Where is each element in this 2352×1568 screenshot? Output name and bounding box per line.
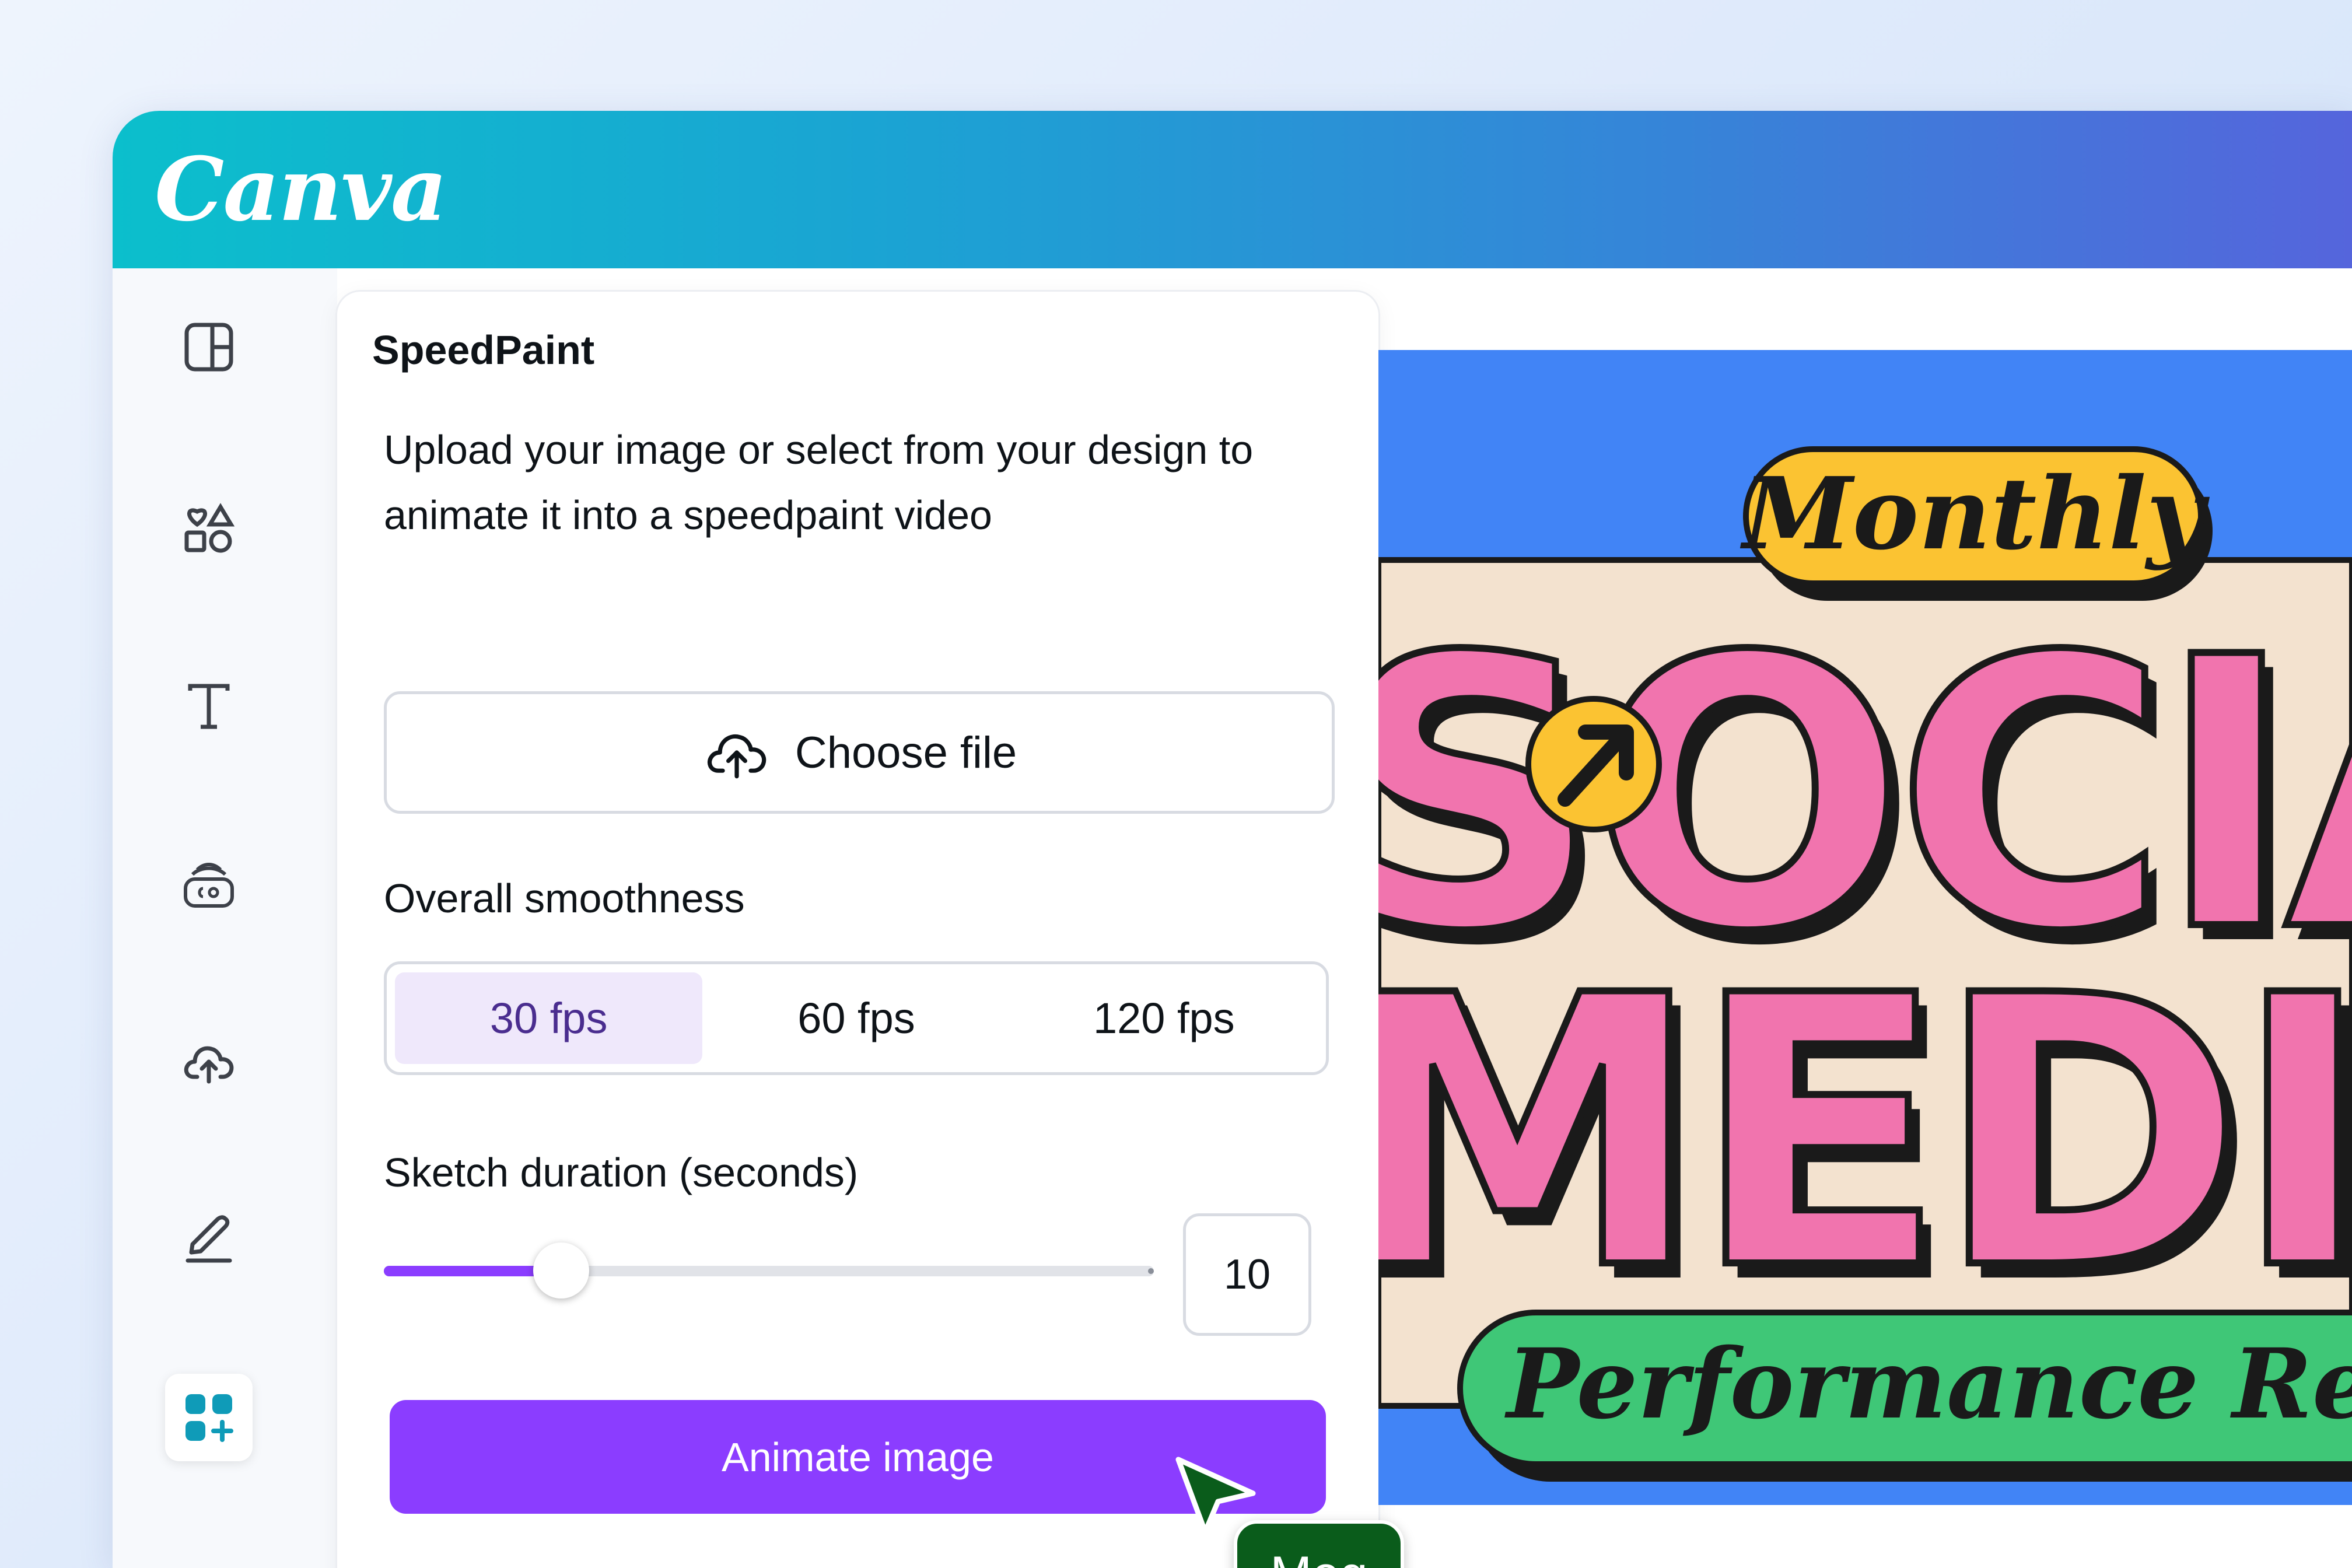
sidebar-item-elements[interactable] [165, 484, 253, 572]
design-arrow-badge [1525, 696, 1662, 832]
panel-description: Upload your image or select from your de… [384, 427, 1254, 538]
top-bar: Canva [113, 111, 2352, 268]
sidebar [113, 268, 337, 1568]
text-icon [188, 684, 230, 729]
fps-segmented-control: 30 fps 60 fps 120 fps [384, 961, 1329, 1075]
choose-file-button[interactable]: Choose file [384, 691, 1335, 814]
layout-icon [184, 323, 233, 372]
design-title-line2: MEDIA MEDIA [1378, 913, 2352, 1366]
app-window: Canva SpeedPaint Upload your image or se… [113, 111, 2352, 1568]
collaborator-name-tag: Meg [1234, 1520, 1404, 1568]
speedpaint-panel: SpeedPaint Upload your image or select f… [337, 292, 1378, 1568]
smoothness-label: Overall smoothness [384, 876, 745, 921]
duration-label: Sketch duration (seconds) [384, 1150, 859, 1195]
sidebar-item-uploads[interactable] [165, 1018, 253, 1105]
slider-thumb[interactable] [533, 1242, 589, 1298]
sidebar-item-draw[interactable] [165, 1196, 253, 1283]
fps-option-120[interactable]: 120 fps [1010, 972, 1318, 1064]
design-canvas[interactable]: Monthly SOCIA SOCIA MEDIA MEDIA Performa [1378, 350, 2352, 1505]
cloud-upload-icon [707, 734, 766, 779]
sidebar-item-brand[interactable] [165, 840, 253, 928]
sidebar-item-design[interactable] [165, 303, 253, 391]
design-artwork: Monthly SOCIA SOCIA MEDIA MEDIA Performa [1378, 446, 2352, 1482]
apps-icon [186, 1394, 233, 1442]
duration-input[interactable]: 10 [1183, 1213, 1311, 1336]
canva-logo[interactable]: Canva [155, 134, 447, 245]
design-badge-bottom-text: Performance Repor [1504, 1327, 2352, 1440]
panel-title: SpeedPaint [372, 327, 595, 373]
elements-icon [184, 503, 235, 553]
collaborator-cursor-icon [1175, 1457, 1256, 1534]
choose-file-label: Choose file [794, 727, 1017, 778]
brand-icon [184, 863, 234, 908]
duration-slider[interactable] [384, 1242, 1154, 1301]
fps-option-60[interactable]: 60 fps [702, 972, 1010, 1064]
sidebar-item-apps[interactable] [165, 1374, 253, 1461]
fps-option-30[interactable]: 30 fps [395, 972, 703, 1064]
upload-icon [184, 1046, 234, 1084]
design-badge-top-text: Monthly [1740, 456, 2210, 572]
design-badge-bottom: Performance Repor [1457, 1310, 2352, 1482]
slider-end-dot [1148, 1268, 1154, 1274]
draw-icon [186, 1215, 232, 1263]
sidebar-item-text[interactable] [165, 662, 253, 750]
design-title-line2-text: MEDIA [1378, 916, 2352, 1351]
